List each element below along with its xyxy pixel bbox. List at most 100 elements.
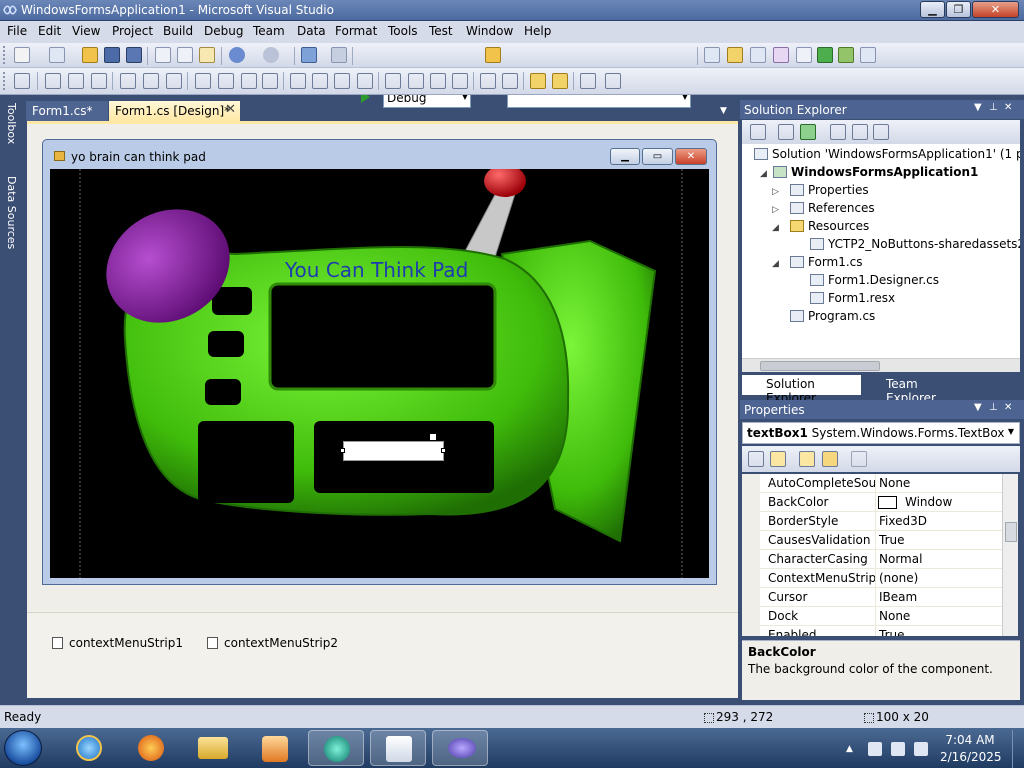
clock-date[interactable]: 2/16/2025 (940, 750, 1002, 764)
show-all-files-icon[interactable] (778, 124, 794, 140)
menu-debug[interactable]: Debug (204, 24, 243, 38)
media-player-task[interactable] (246, 730, 302, 766)
close-icon[interactable]: ✕ (225, 102, 236, 117)
tree-item-form1-resx[interactable]: Form1.resx (810, 291, 895, 309)
windows-start-button[interactable] (4, 730, 42, 766)
properties-icon[interactable] (750, 124, 766, 140)
tree-item-solution[interactable]: Solution 'WindowsFormsApplication1' (1 p… (754, 147, 1020, 165)
increase-vertical-spacing-icon[interactable] (408, 73, 424, 89)
remove-horizontal-spacing-icon[interactable] (357, 73, 373, 89)
tree-item-properties[interactable]: Properties (790, 183, 869, 201)
window-position-icon[interactable]: ▼ (974, 102, 982, 113)
expand-arrow-icon[interactable]: ▷ (772, 205, 779, 215)
categorized-icon[interactable] (748, 451, 764, 467)
auto-hide-pin-icon[interactable]: ⊥ (989, 402, 998, 413)
bring-to-front-icon[interactable] (530, 73, 546, 89)
menu-edit[interactable]: Edit (38, 24, 61, 38)
show-desktop-button[interactable] (1012, 730, 1024, 768)
property-pages-icon[interactable] (851, 451, 867, 467)
view-designer-icon[interactable] (852, 124, 868, 140)
align-to-grid-icon[interactable] (14, 73, 30, 89)
tree-item-form1-designer[interactable]: Form1.Designer.cs (810, 273, 939, 291)
menu-file[interactable]: File (7, 24, 27, 38)
clock-time[interactable]: 7:04 AM (940, 733, 1000, 747)
tree-item-references[interactable]: References (790, 201, 875, 219)
vertical-scrollbar[interactable] (1002, 474, 1018, 636)
tree-item-resources[interactable]: Resources (790, 219, 869, 237)
save-icon[interactable] (104, 47, 120, 63)
lock-controls-icon[interactable] (580, 73, 596, 89)
expand-arrow-icon[interactable]: ▷ (772, 187, 779, 197)
close-icon[interactable]: ✕ (1004, 402, 1012, 413)
network-icon[interactable] (868, 742, 882, 756)
visual-studio-task[interactable] (432, 730, 488, 766)
view-code-icon[interactable] (830, 124, 846, 140)
toolbox-tab[interactable]: Toolbox (2, 103, 18, 144)
extension-manager-icon[interactable] (796, 47, 812, 63)
align-bottoms-icon[interactable] (166, 73, 182, 89)
add-item-icon[interactable] (49, 47, 65, 63)
center-vertically-icon[interactable] (502, 73, 518, 89)
tab-order-icon[interactable] (605, 73, 621, 89)
tab-team-explorer[interactable]: Team Explorer (862, 375, 972, 405)
horizontal-spacing-equal-icon[interactable] (290, 73, 306, 89)
new-project-icon[interactable] (14, 47, 30, 63)
align-rights-icon[interactable] (91, 73, 107, 89)
start-page-icon[interactable] (817, 47, 833, 63)
property-row[interactable]: BorderStyle Fixed3D (742, 512, 1002, 531)
scroll-thumb[interactable] (1005, 522, 1017, 542)
file-explorer-task[interactable] (184, 730, 240, 766)
center-horizontally-icon[interactable] (480, 73, 496, 89)
resize-handle[interactable] (441, 448, 446, 453)
internet-explorer-task[interactable] (60, 730, 116, 766)
data-sources-tab[interactable]: Data Sources (2, 176, 18, 249)
property-row[interactable]: CausesValidation True (742, 531, 1002, 550)
resize-handle[interactable] (340, 448, 345, 453)
cut-icon[interactable] (155, 47, 171, 63)
navigate-backward-icon[interactable] (301, 47, 317, 63)
paste-icon[interactable] (199, 47, 215, 63)
action-center-icon[interactable] (891, 742, 905, 756)
decrease-vertical-spacing-icon[interactable] (430, 73, 446, 89)
scroll-thumb[interactable] (760, 361, 880, 371)
menu-build[interactable]: Build (163, 24, 193, 38)
solution-explorer-icon[interactable] (704, 47, 720, 63)
properties-icon[interactable] (799, 451, 815, 467)
menu-format[interactable]: Format (335, 24, 377, 38)
context-menu-strip-1[interactable]: contextMenuStrip1 (69, 636, 183, 650)
horizontal-scrollbar[interactable] (742, 358, 1020, 372)
command-window-icon[interactable] (860, 47, 876, 63)
tab-form1-code[interactable]: Form1.cs* (26, 101, 108, 121)
events-lightning-icon[interactable] (822, 451, 838, 467)
property-row[interactable]: CharacterCasing Normal (742, 550, 1002, 569)
context-menu-strip-2[interactable]: contextMenuStrip2 (224, 636, 338, 650)
refresh-icon[interactable] (800, 124, 816, 140)
collapse-arrow-icon[interactable]: ◢ (772, 259, 779, 269)
view-class-diagram-icon[interactable] (873, 124, 889, 140)
alphabetical-icon[interactable] (770, 451, 786, 467)
toolbar-grip[interactable] (3, 46, 6, 64)
make-same-height-icon[interactable] (241, 73, 257, 89)
close-icon[interactable]: ✕ (1004, 102, 1012, 113)
object-selector[interactable]: textBox1 System.Windows.Forms.TextBox ▼ (742, 422, 1020, 444)
text-app-task[interactable] (370, 730, 426, 766)
window-position-icon[interactable]: ▼ (974, 402, 982, 413)
volume-muted-icon[interactable] (914, 742, 928, 756)
undo-icon[interactable] (229, 47, 245, 63)
close-button[interactable]: ✕ (972, 1, 1019, 18)
tree-item-project[interactable]: WindowsFormsApplication1 (773, 165, 978, 183)
show-hidden-icons-icon[interactable]: ▲ (846, 744, 860, 758)
tree-item-program[interactable]: Program.cs (790, 309, 875, 327)
decrease-horizontal-spacing-icon[interactable] (334, 73, 350, 89)
menu-data[interactable]: Data (297, 24, 326, 38)
align-lefts-icon[interactable] (45, 73, 61, 89)
restore-button[interactable]: ❐ (946, 1, 971, 18)
collapse-arrow-icon[interactable]: ◢ (772, 223, 779, 233)
tab-form1-design[interactable]: Form1.cs [Design]* ✕ (109, 101, 240, 121)
minimize-button[interactable]: ▁ (920, 1, 945, 18)
collapse-arrow-icon[interactable]: ◢ (760, 169, 767, 179)
property-row-selected[interactable]: BackColor Window (742, 493, 1002, 512)
increase-horizontal-spacing-icon[interactable] (312, 73, 328, 89)
object-browser-icon[interactable] (750, 47, 766, 63)
copy-icon[interactable] (177, 47, 193, 63)
